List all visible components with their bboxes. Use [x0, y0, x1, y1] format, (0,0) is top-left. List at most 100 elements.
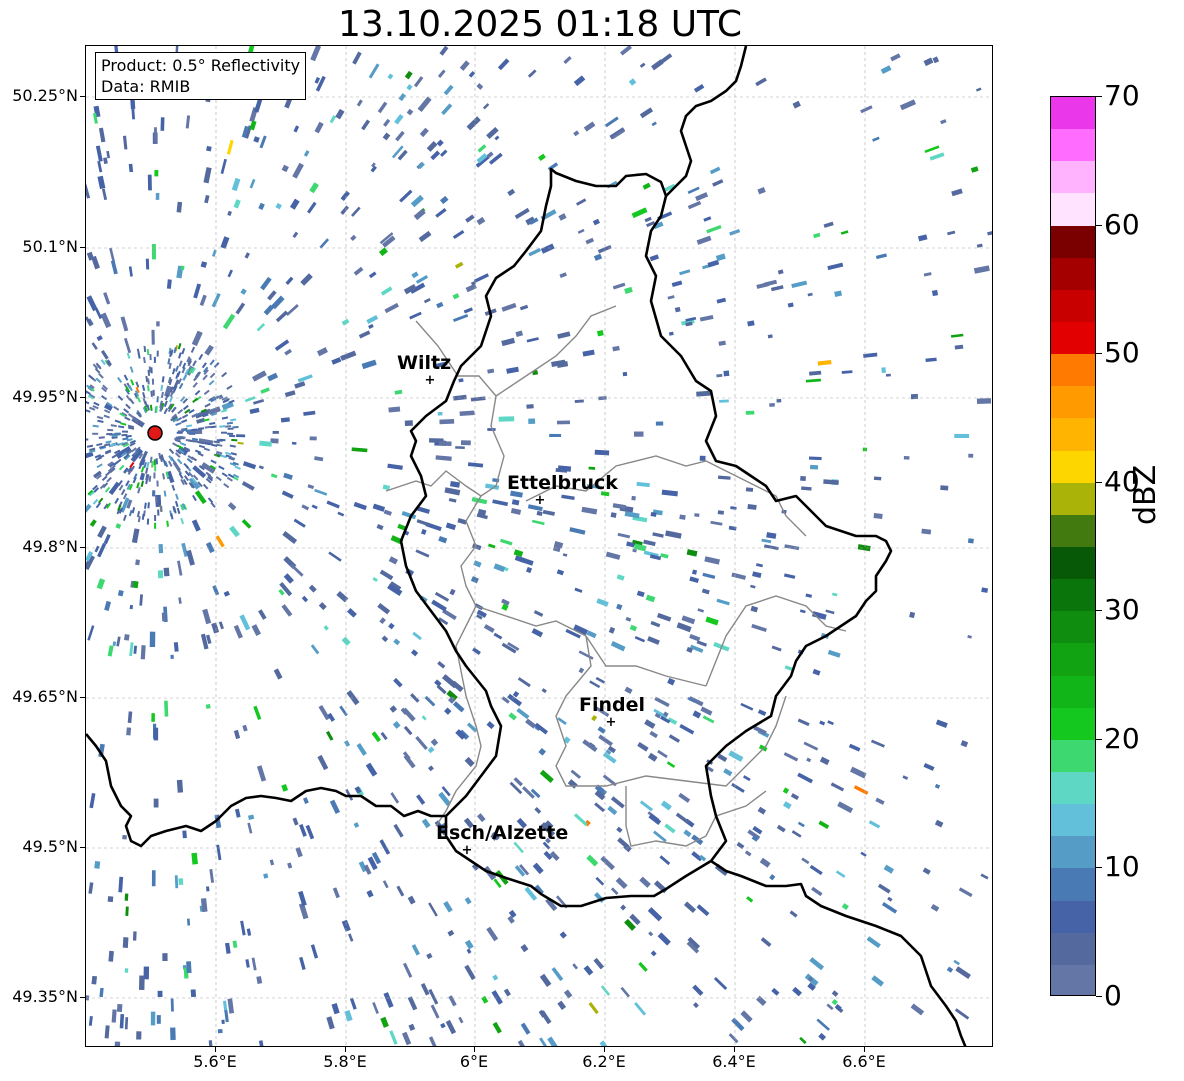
radar-echo	[549, 851, 560, 861]
radar-echo	[166, 520, 169, 527]
radar-echo	[589, 680, 601, 689]
radar-echo	[118, 464, 125, 471]
radar-echo	[227, 502, 237, 511]
radar-echo	[521, 786, 535, 799]
radar-echo	[100, 350, 109, 360]
radar-echo	[202, 374, 208, 381]
lat-tick-mark	[80, 997, 85, 998]
radar-echo	[922, 867, 931, 875]
radar-echo	[976, 243, 983, 248]
radar-echo	[610, 512, 617, 518]
colorbar-tick-mark	[1096, 610, 1102, 612]
radar-echo	[501, 696, 510, 704]
radar-echo	[98, 127, 106, 143]
radar-echo	[686, 646, 693, 653]
border-germany-north	[665, 46, 748, 197]
radar-echo	[177, 408, 184, 415]
radar-echo	[715, 253, 726, 262]
radar-echo	[186, 549, 195, 566]
radar-echo	[595, 676, 606, 684]
radar-echo	[448, 995, 457, 1007]
radar-echo	[164, 460, 169, 468]
radar-echo	[416, 519, 431, 527]
radar-echo	[663, 711, 669, 717]
radar-echo	[799, 609, 806, 614]
radar-echo	[244, 252, 250, 259]
radar-echo	[168, 448, 175, 455]
radar-echo	[181, 347, 186, 355]
radar-echo	[94, 545, 100, 553]
radar-echo	[834, 290, 843, 297]
radar-echo	[797, 772, 814, 784]
radar-echo	[350, 206, 361, 217]
radar-echo	[97, 175, 106, 190]
radar-echo	[120, 497, 130, 513]
radar-echo	[427, 765, 434, 772]
radar-echo	[179, 435, 186, 439]
radar-echo	[86, 409, 91, 413]
colorbar-segment	[1051, 546, 1095, 580]
radar-echo	[176, 458, 183, 465]
radar-echo	[428, 1036, 437, 1046]
radar-echo	[96, 463, 103, 469]
radar-echo	[89, 406, 96, 411]
radar-echo	[270, 473, 278, 479]
radar-echo	[569, 527, 586, 535]
radar-echo	[101, 395, 108, 401]
radar-echo	[421, 818, 431, 829]
radar-echo	[298, 902, 309, 920]
radar-echo	[192, 382, 198, 388]
radar-echo	[205, 634, 212, 645]
radar-echo	[791, 280, 808, 289]
radar-echo	[716, 373, 723, 378]
radar-echo	[683, 829, 692, 838]
radar-echo	[169, 350, 173, 357]
radar-echo	[476, 83, 484, 90]
radar-echo	[249, 120, 257, 131]
radar-echo	[193, 283, 202, 299]
radar-map[interactable]: + Wiltz + Ettelbruck + Findel + Esch/Alzette	[85, 45, 993, 1047]
radar-echo	[976, 398, 992, 404]
radar-echo	[435, 207, 447, 218]
radar-echo	[917, 234, 928, 242]
radar-echo	[122, 437, 129, 441]
radar-echo	[287, 862, 293, 869]
radar-echo	[458, 378, 464, 383]
radar-echo	[705, 616, 719, 626]
lat-tick-label: 49.8°N	[22, 537, 78, 556]
radar-echo	[356, 99, 363, 107]
radar-echo	[146, 349, 150, 356]
radar-echo	[247, 814, 255, 821]
radar-echo	[86, 251, 95, 261]
radar-echo	[443, 901, 453, 913]
radar-echo	[501, 603, 509, 611]
radar-echo	[234, 808, 241, 818]
radar-echo	[151, 461, 154, 468]
radar-echo	[229, 444, 236, 448]
radar-echo	[459, 60, 470, 71]
radar-echo	[166, 470, 175, 484]
radar-echo	[301, 504, 310, 511]
radar-echo	[200, 633, 209, 650]
radar-echo	[975, 87, 982, 92]
radar-echo	[704, 556, 720, 565]
radar-echo	[206, 145, 212, 152]
radar-echo	[314, 77, 321, 84]
radar-echo	[960, 740, 969, 748]
radar-echo	[175, 493, 179, 500]
radar-echo	[501, 302, 517, 312]
radar-echo	[805, 593, 813, 598]
radar-echo	[191, 437, 199, 441]
radar-echo	[967, 634, 972, 639]
radar-echo	[624, 918, 636, 931]
radar-echo	[503, 988, 511, 997]
radar-echo	[651, 121, 657, 127]
radar-echo	[372, 503, 386, 512]
chart-title: 13.10.2025 01:18 UTC	[337, 4, 743, 45]
radar-echo	[379, 839, 391, 855]
radar-echo	[329, 115, 337, 124]
radar-echo	[792, 100, 801, 109]
radar-echo	[664, 823, 676, 834]
radar-echo	[477, 813, 486, 823]
radar-echo	[222, 1000, 228, 1012]
